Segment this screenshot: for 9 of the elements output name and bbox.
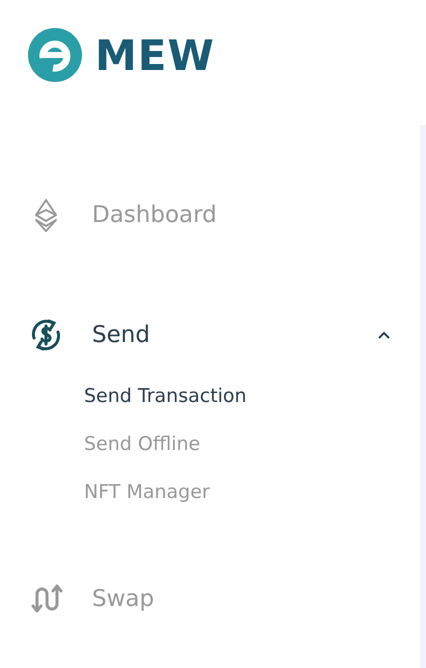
dollar-cycle-icon — [29, 318, 63, 352]
submenu-item[interactable]: NFT Manager — [84, 481, 210, 503]
logo-icon — [28, 28, 82, 82]
submenu-item[interactable]: Send Transaction — [84, 385, 247, 407]
nav-item[interactable]: Swap — [28, 575, 391, 623]
nav-item[interactable]: Dashboard — [28, 191, 391, 239]
nav-item[interactable]: Send — [28, 311, 391, 359]
logo-text: MEW — [95, 30, 215, 80]
submenu-item[interactable]: Send Offline — [84, 433, 200, 455]
